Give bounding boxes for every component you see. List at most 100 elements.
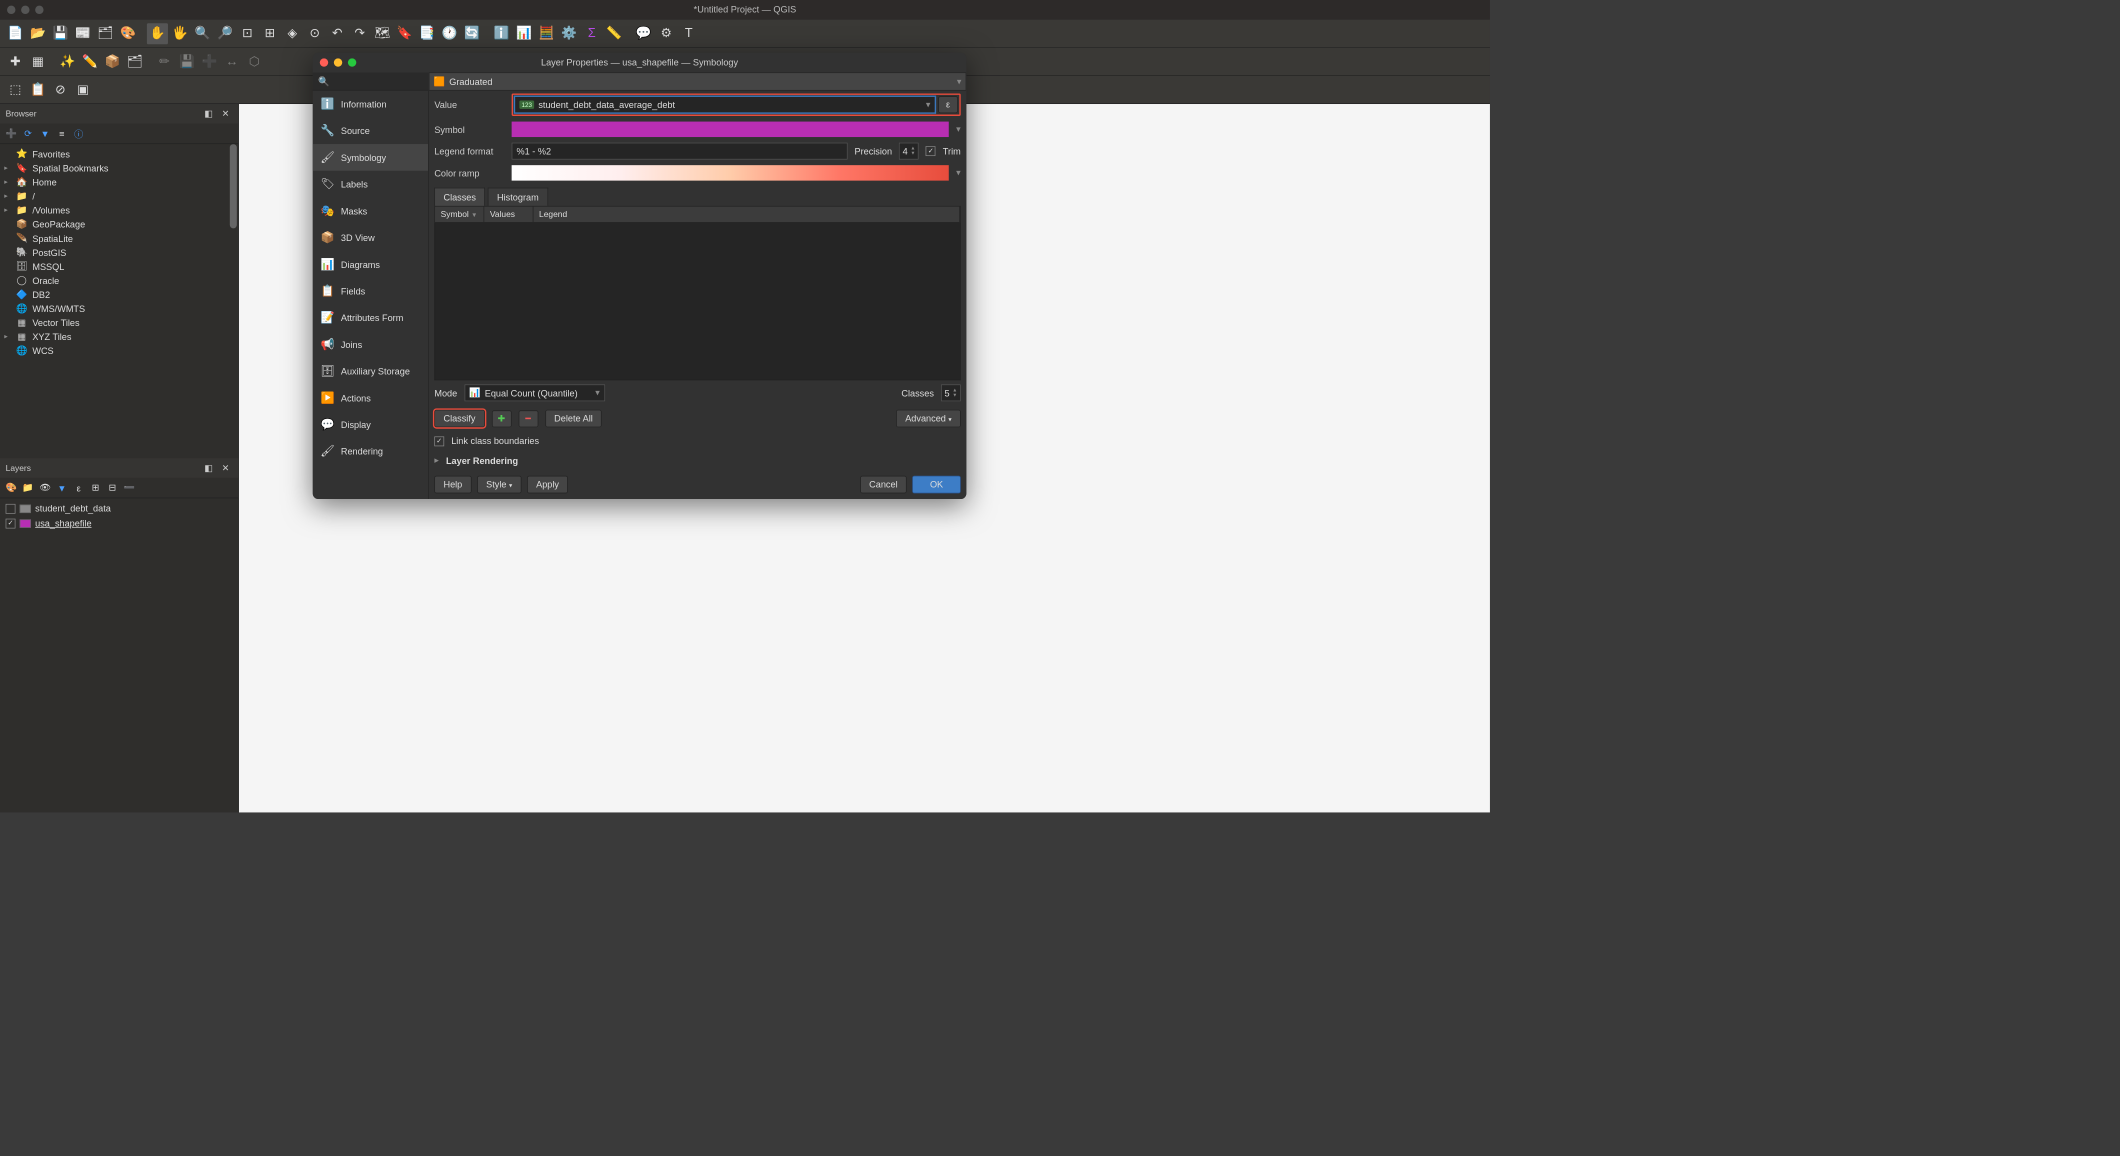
zoom-native-icon[interactable]: ⊙ [304,23,325,44]
filter-legend-icon[interactable]: ▼ [55,481,69,495]
browser-item[interactable]: ◯Oracle [1,273,236,287]
zoom-next-icon[interactable]: ↷ [349,23,370,44]
sidebar-item-masks[interactable]: 🎭Masks [313,197,428,224]
mode-combo[interactable]: 📊 Equal Count (Quantile) ▾ [464,384,605,401]
dialog-close-icon[interactable] [320,58,328,66]
zoom-window-icon[interactable] [35,6,43,14]
new-shapefile-icon[interactable]: ✨ [57,51,78,72]
browser-item[interactable]: ▸📁/Volumes [1,203,236,217]
browser-close-icon[interactable]: ✕ [219,107,233,121]
tab-classes[interactable]: Classes [434,188,485,206]
dialog-search[interactable]: 🔍 [313,72,429,90]
layers-tree[interactable]: student_debt_datausa_shapefile [0,498,238,812]
statistics-icon[interactable]: Σ [581,23,602,44]
zoom-in-icon[interactable]: 🔍 [192,23,213,44]
layer-style-icon[interactable]: 🎨 [4,481,18,495]
sidebar-item-auxiliary-storage[interactable]: 🗄Auxiliary Storage [313,358,428,385]
apply-button[interactable]: Apply [527,476,568,494]
browser-item[interactable]: ▦Vector Tiles [1,316,236,330]
close-window-icon[interactable] [7,6,15,14]
sidebar-item-display[interactable]: 💬Display [313,411,428,438]
chevron-down-icon[interactable]: ▾ [956,167,961,178]
sidebar-item-rendering[interactable]: 🖌Rendering [313,438,428,465]
zoom-full-icon[interactable]: ⊡ [237,23,258,44]
sidebar-item-fields[interactable]: 📋Fields [313,278,428,305]
value-field-combo[interactable]: 123 student_debt_data_average_debt ▾ [514,96,935,113]
renderer-type-combo[interactable]: 🟧 Graduated ▾ [429,72,967,90]
color-ramp-preview[interactable] [512,165,949,180]
browser-item[interactable]: ▸📁/ [1,189,236,203]
add-raster-icon[interactable]: ▦ [27,51,48,72]
properties-widget-icon[interactable]: ⓘ [72,127,86,141]
sidebar-item-3d-view[interactable]: 📦3D View [313,224,428,251]
refresh-icon[interactable]: 🔄 [462,23,483,44]
edit-icon[interactable]: ✏️ [79,51,100,72]
filter-browser-icon[interactable]: ▼ [38,127,52,141]
open-project-icon[interactable]: 📂 [27,23,48,44]
virtual-layer-icon[interactable]: 🗂 [124,51,145,72]
sidebar-item-information[interactable]: ℹ️Information [313,91,428,118]
layers-dock-icon[interactable]: ◧ [202,461,216,475]
chevron-down-icon[interactable]: ▾ [956,124,961,135]
identify-icon[interactable]: ℹ️ [491,23,512,44]
layer-visibility-checkbox[interactable] [6,518,16,528]
sidebar-item-symbology[interactable]: 🖌Symbology [313,144,428,171]
visibility-icon[interactable]: 👁 [38,481,52,495]
expression-button[interactable]: ε [938,96,958,113]
layer-item[interactable]: usa_shapefile [3,516,236,531]
map-tips-icon[interactable]: 💬 [633,23,654,44]
style-button[interactable]: Style ▾ [477,476,521,494]
layers-close-icon[interactable]: ✕ [219,461,233,475]
ok-button[interactable]: OK [912,476,960,494]
style-manager-icon[interactable]: 🎨 [117,23,138,44]
pan-icon[interactable]: ✋ [147,23,168,44]
text-annotation-icon[interactable]: T [678,23,699,44]
select-all-icon[interactable]: ▣ [72,79,93,100]
precision-spinner[interactable]: 4 ▲▼ [899,143,919,160]
add-layer-icon[interactable]: ➕ [4,127,18,141]
select-by-value-icon[interactable]: 📋 [27,79,48,100]
col-values[interactable]: Values [484,207,533,222]
measure-icon[interactable]: 📏 [604,23,625,44]
tab-histogram[interactable]: Histogram [488,188,548,206]
sidebar-item-diagrams[interactable]: 📊Diagrams [313,251,428,278]
add-group-icon[interactable]: 📁 [21,481,35,495]
temporal-controller-icon[interactable]: 🕐 [439,23,460,44]
browser-item[interactable]: 🗄MSSQL [1,259,236,273]
zoom-out-icon[interactable]: 🔎 [214,23,235,44]
browser-item[interactable]: ⭐Favorites [1,147,236,161]
move-feature-icon[interactable]: ↔ [221,51,242,72]
toolbox-icon[interactable]: ⚙️ [559,23,580,44]
browser-item[interactable]: 🐘PostGIS [1,245,236,259]
legend-format-input[interactable]: %1 - %2 [512,143,848,160]
browser-item[interactable]: 📦GeoPackage [1,217,236,231]
new-geopackage-icon[interactable]: 📦 [102,51,123,72]
link-boundaries-checkbox[interactable] [434,436,444,446]
deselect-icon[interactable]: ⊘ [50,79,71,100]
expression-filter-icon[interactable]: ε [72,481,86,495]
browser-item[interactable]: 🌐WCS [1,344,236,358]
help-button[interactable]: Help [434,476,471,494]
browser-item[interactable]: ▸🔖Spatial Bookmarks [1,161,236,175]
new-project-icon[interactable]: 📄 [5,23,26,44]
dialog-minimize-icon[interactable] [334,58,342,66]
advanced-button[interactable]: Advanced ▾ [896,410,961,428]
remove-layer-icon[interactable]: ➖ [122,481,136,495]
refresh-browser-icon[interactable]: ⟳ [21,127,35,141]
collapse-all-layers-icon[interactable]: ⊟ [105,481,119,495]
delete-all-button[interactable]: Delete All [545,410,602,428]
layer-visibility-checkbox[interactable] [6,504,16,514]
zoom-layer-icon[interactable]: ◈ [282,23,303,44]
layer-rendering-label[interactable]: Layer Rendering [446,455,518,466]
show-bookmarks-icon[interactable]: 📑 [417,23,438,44]
col-symbol[interactable]: Symbol ▼ [435,207,484,222]
cancel-button[interactable]: Cancel [860,476,907,494]
minimize-window-icon[interactable] [21,6,29,14]
options-icon[interactable]: ⚙ [656,23,677,44]
attribute-table-icon[interactable]: 📊 [514,23,535,44]
add-vector-icon[interactable]: ✚ [5,51,26,72]
new-map-view-icon[interactable]: 🗺 [372,23,393,44]
field-calc-icon[interactable]: 🧮 [536,23,557,44]
sidebar-item-source[interactable]: 🔧Source [313,117,428,144]
browser-item[interactable]: 🔷DB2 [1,287,236,301]
